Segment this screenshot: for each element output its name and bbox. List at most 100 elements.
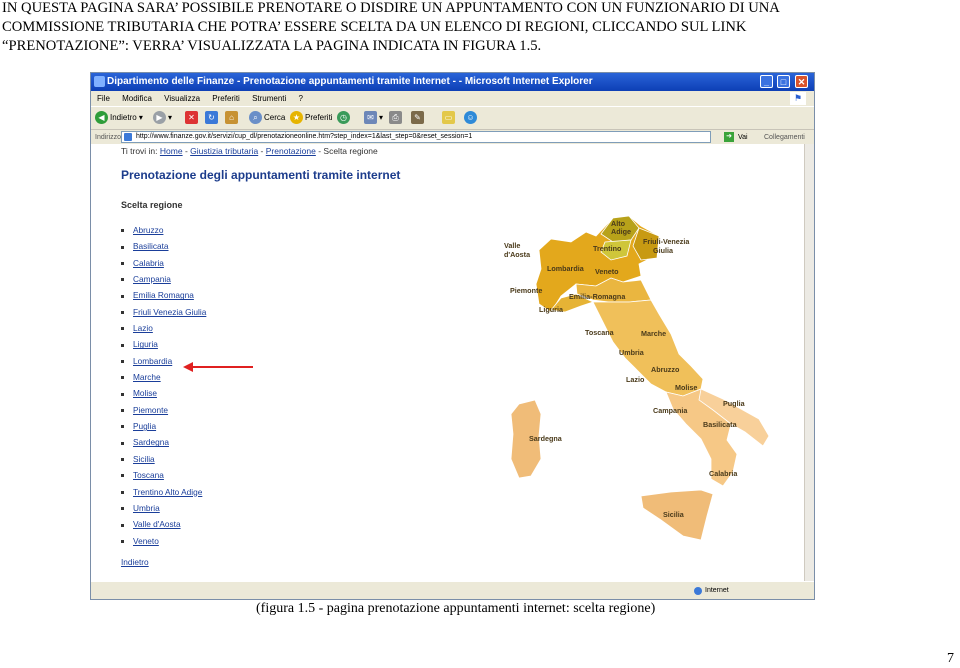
intro-paragraph: IN QUESTA PAGINA SARA’ POSSIBILE PRENOTA… <box>2 0 958 56</box>
map-label-valle-1[interactable]: Valle <box>504 241 520 250</box>
list-item: Basilicata <box>121 238 206 254</box>
map-label-lazio[interactable]: Lazio <box>626 375 645 384</box>
window-titlebar: Dipartimento delle Finanze - Prenotazion… <box>91 73 814 91</box>
map-label-valle-2[interactable]: d'Aosta <box>504 250 531 259</box>
vertical-scrollbar[interactable] <box>804 144 814 581</box>
region-link-liguria[interactable]: Liguria <box>133 339 158 349</box>
map-label-trentino[interactable]: Trentino <box>593 244 622 253</box>
region-link-sicilia[interactable]: Sicilia <box>133 454 155 464</box>
map-label-emilia[interactable]: Emilia-Romagna <box>569 292 626 301</box>
breadcrumb-prenotazione[interactable]: Prenotazione <box>266 146 316 156</box>
discuss-button[interactable]: ▭ <box>442 110 457 126</box>
region-shape-center[interactable] <box>592 299 704 397</box>
list-item: Umbria <box>121 500 206 516</box>
mail-button[interactable]: ✉ ▾ <box>364 110 383 126</box>
menu-strumenti[interactable]: Strumenti <box>252 94 286 103</box>
status-bar: Internet <box>91 581 814 599</box>
menu-file[interactable]: File <box>97 94 110 103</box>
map-label-calabria[interactable]: Calabria <box>709 469 738 478</box>
address-input[interactable]: http://www.finanze.gov.it/servizi/cup_dl… <box>121 131 711 143</box>
region-link-valle-daosta[interactable]: Valle d'Aosta <box>133 519 181 529</box>
bullet-icon <box>121 507 124 511</box>
region-link-piemonte[interactable]: Piemonte <box>133 405 168 415</box>
region-link-marche[interactable]: Marche <box>133 372 161 382</box>
bullet-icon <box>121 262 124 265</box>
map-label-piemonte[interactable]: Piemonte <box>510 286 542 295</box>
edit-button[interactable]: ✎ <box>411 110 426 126</box>
list-item: Veneto <box>121 533 206 549</box>
refresh-button[interactable]: ↻ <box>205 110 220 126</box>
map-label-basilicata[interactable]: Basilicata <box>703 420 738 429</box>
go-button[interactable]: Vai <box>738 130 748 145</box>
region-link-toscana[interactable]: Toscana <box>133 470 164 480</box>
region-link-campania[interactable]: Campania <box>133 274 171 284</box>
map-label-umbria[interactable]: Umbria <box>619 348 645 357</box>
breadcrumb-giustizia[interactable]: Giustizia tributaria <box>190 146 258 156</box>
region-link-lazio[interactable]: Lazio <box>133 323 153 333</box>
links-button[interactable]: Collegamenti <box>764 130 805 145</box>
bullet-icon <box>121 376 124 380</box>
region-list: Abruzzo Basilicata Calabria Campania Emi… <box>121 222 206 549</box>
favorites-button[interactable]: ★ Preferiti <box>290 110 333 126</box>
go-arrow-icon[interactable]: ➜ <box>724 132 734 142</box>
section-subtitle: Scelta regione <box>121 200 183 210</box>
maximize-button[interactable]: □ <box>777 75 790 88</box>
back-button[interactable]: ◀ Indietro ▾ <box>95 110 143 126</box>
menu-visualizza[interactable]: Visualizza <box>164 94 200 103</box>
region-link-molise[interactable]: Molise <box>133 388 157 398</box>
print-button[interactable]: ⎙ <box>389 110 404 126</box>
list-item: Campania <box>121 271 206 287</box>
close-button[interactable]: ✕ <box>795 75 808 88</box>
map-label-friuli-2[interactable]: Giulia <box>653 246 674 255</box>
ie-icon <box>94 76 105 87</box>
map-label-alto-2[interactable]: Adige <box>611 227 631 236</box>
forward-button[interactable]: ▶ ▾ <box>153 110 172 126</box>
region-link-calabria[interactable]: Calabria <box>133 258 164 268</box>
map-label-campania[interactable]: Campania <box>653 406 688 415</box>
map-label-molise[interactable]: Molise <box>675 383 697 392</box>
messenger-icon: ☺ <box>464 111 477 125</box>
bullet-icon <box>121 474 124 478</box>
map-label-marche[interactable]: Marche <box>641 329 666 338</box>
home-button[interactable]: ⌂ <box>225 110 240 126</box>
printer-icon: ⎙ <box>389 111 402 125</box>
history-button[interactable]: ◷ <box>337 110 352 126</box>
map-label-sardegna[interactable]: Sardegna <box>529 434 563 443</box>
map-label-friuli-1[interactable]: Friuli-Venezia <box>643 237 690 246</box>
region-link-basilicata[interactable]: Basilicata <box>133 241 169 251</box>
menu-bar: File Modifica Visualizza Preferiti Strum… <box>91 91 814 106</box>
toolbar: ◀ Indietro ▾ ▶ ▾ ✕ ↻ ⌂ ⌕ Cerca ★ Preferiti ◷… <box>91 106 814 129</box>
region-link-trentino[interactable]: Trentino Alto Adige <box>133 487 202 497</box>
region-link-puglia[interactable]: Puglia <box>133 421 156 431</box>
region-link-umbria[interactable]: Umbria <box>133 503 160 513</box>
list-item: Lazio <box>121 320 206 336</box>
globe-icon <box>694 587 702 595</box>
breadcrumb-home[interactable]: Home <box>160 146 183 156</box>
map-label-puglia[interactable]: Puglia <box>723 399 746 408</box>
stop-button[interactable]: ✕ <box>185 110 200 126</box>
search-button[interactable]: ⌕ Cerca <box>249 110 285 126</box>
bullet-icon <box>121 278 124 282</box>
back-link[interactable]: Indietro <box>121 557 149 567</box>
region-link-friuli[interactable]: Friuli Venezia Giulia <box>133 307 206 317</box>
minimize-button[interactable]: _ <box>760 75 773 88</box>
menu-preferiti[interactable]: Preferiti <box>212 94 240 103</box>
menu-help[interactable]: ? <box>299 94 303 103</box>
folder-icon: ▭ <box>442 111 455 125</box>
map-label-toscana[interactable]: Toscana <box>585 328 615 337</box>
figure-caption: (figura 1.5 - pagina prenotazione appunt… <box>256 601 656 616</box>
list-item: Liguria <box>121 336 206 352</box>
region-link-emilia-romagna[interactable]: Emilia Romagna <box>133 290 194 300</box>
map-label-lombardia[interactable]: Lombardia <box>547 264 585 273</box>
map-label-liguria[interactable]: Liguria <box>539 305 564 314</box>
region-link-veneto[interactable]: Veneto <box>133 536 159 546</box>
messenger-button[interactable]: ☺ <box>464 110 479 126</box>
region-link-abruzzo[interactable]: Abruzzo <box>133 225 163 235</box>
map-label-veneto[interactable]: Veneto <box>595 267 619 276</box>
map-label-sicilia[interactable]: Sicilia <box>663 510 685 519</box>
bullet-icon <box>121 392 124 396</box>
menu-modifica[interactable]: Modifica <box>122 94 152 103</box>
region-link-sardegna[interactable]: Sardegna <box>133 437 169 447</box>
map-label-abruzzo[interactable]: Abruzzo <box>651 365 680 374</box>
region-link-lombardia[interactable]: Lombardia <box>133 356 172 366</box>
